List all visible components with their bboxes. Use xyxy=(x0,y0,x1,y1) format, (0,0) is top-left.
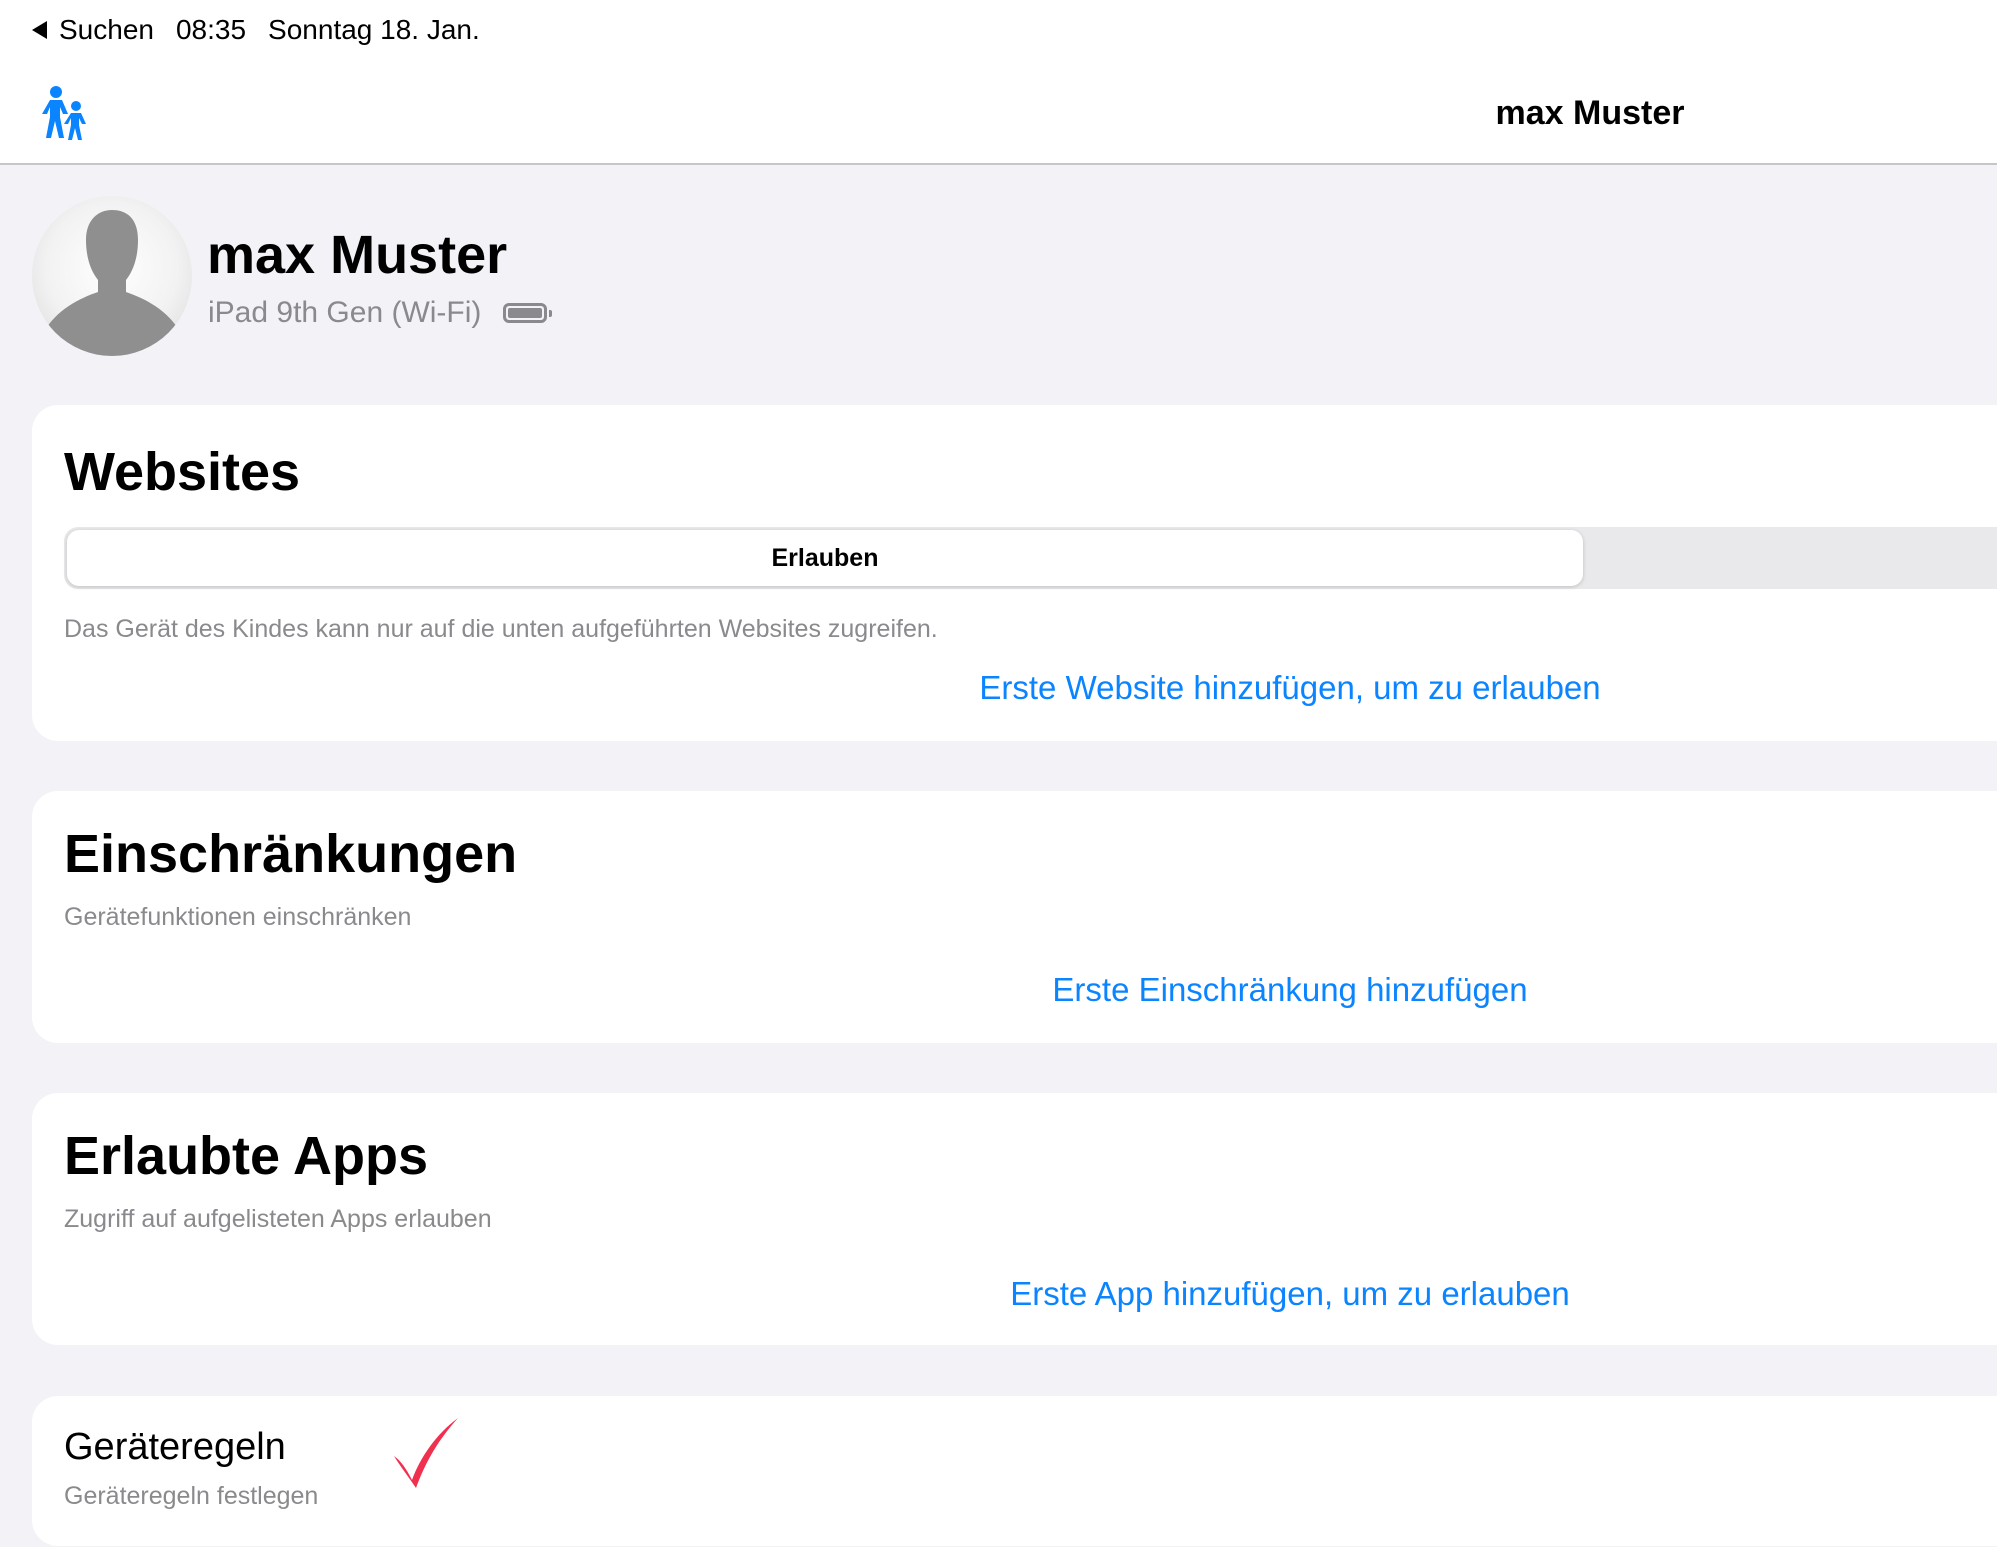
add-app-button[interactable]: Erste App hinzufügen, um zu erlauben xyxy=(790,1275,1790,1313)
websites-description: Das Gerät des Kindes kann nur auf die un… xyxy=(64,615,938,643)
back-to-search-link[interactable]: Suchen xyxy=(59,14,154,46)
profile-device: iPad 9th Gen (Wi-Fi) xyxy=(208,296,553,330)
family-icon[interactable] xyxy=(42,86,88,140)
top-bar: Suchen 08:35 Sonntag 18. Jan. max Muster xyxy=(0,0,1997,165)
nav-title: max Muster xyxy=(1495,94,1685,132)
status-date: Sonntag 18. Jan. xyxy=(268,14,480,45)
device-rules-subtitle: Geräteregeln festlegen xyxy=(64,1482,319,1510)
segment-erlauben[interactable]: Erlauben xyxy=(67,530,1583,586)
checkmark-icon xyxy=(394,1418,458,1488)
person-silhouette-icon xyxy=(44,210,180,356)
status-time: 08:35 xyxy=(175,14,247,45)
avatar xyxy=(32,196,192,356)
device-label: iPad 9th Gen (Wi-Fi) xyxy=(208,296,482,329)
websites-card: Websites Erlauben Das Gerät des Kindes k… xyxy=(32,405,1997,741)
allowed-apps-subtitle: Zugriff auf aufgelisteten Apps erlauben xyxy=(64,1205,492,1233)
back-arrow-icon[interactable] xyxy=(32,21,47,39)
websites-title: Websites xyxy=(64,442,301,502)
allowed-apps-title: Erlaubte Apps xyxy=(64,1126,429,1186)
add-website-button[interactable]: Erste Website hinzufügen, um zu erlauben xyxy=(790,669,1790,707)
restrictions-card: Einschränkungen Gerätefunktionen einschr… xyxy=(32,791,1997,1043)
add-restriction-button[interactable]: Erste Einschränkung hinzufügen xyxy=(790,971,1790,1009)
profile-name: max Muster xyxy=(207,225,508,285)
device-rules-title: Geräteregeln xyxy=(64,1426,286,1468)
restrictions-title: Einschränkungen xyxy=(64,824,518,884)
device-rules-card[interactable]: Geräteregeln Geräteregeln festlegen xyxy=(32,1396,1997,1546)
websites-segmented-control[interactable]: Erlauben xyxy=(64,527,1997,589)
restrictions-subtitle: Gerätefunktionen einschränken xyxy=(64,903,412,931)
allowed-apps-card: Erlaubte Apps Zugriff auf aufgelisteten … xyxy=(32,1093,1997,1345)
battery-icon xyxy=(503,303,553,323)
status-bar: Suchen 08:35 Sonntag 18. Jan. xyxy=(32,14,480,46)
